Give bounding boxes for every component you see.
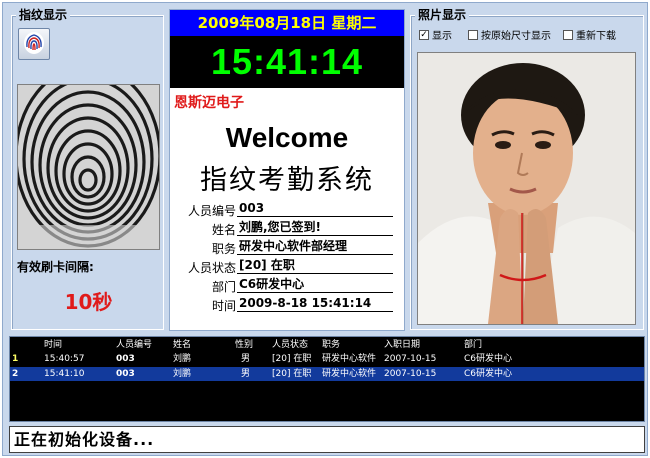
cell-join-date: 2007-10-15: [384, 369, 437, 379]
cell-department: C6研发中心: [464, 354, 513, 364]
fingerprint-image: [17, 84, 160, 250]
cell-gender: 男: [241, 369, 251, 379]
row-number: 2: [12, 369, 19, 379]
column-header[interactable]: 姓名: [173, 338, 191, 352]
checkbox-unchecked-icon[interactable]: [563, 29, 573, 40]
info-row-employee-id: 人员编号 003: [170, 200, 404, 218]
cell-employee-id: 003: [116, 369, 135, 379]
cell-status: [20] 在职: [272, 354, 312, 364]
info-row-department: 部门 C6研发中心: [170, 276, 404, 294]
department-value: C6研发中心: [237, 276, 393, 293]
table-row[interactable]: 1 15:40:57 003 刘鹏 男 [20] 在职 研发中心软件 2007-…: [10, 352, 644, 366]
fingerprint-button[interactable]: [18, 28, 50, 60]
original-size-label: 按原始尺寸显示: [481, 31, 551, 42]
checkbox-unchecked-icon[interactable]: [468, 29, 478, 40]
welcome-text: Welcome: [225, 122, 349, 153]
interval-value: 10秒: [64, 290, 113, 314]
attendance-info-panel: 2009年08月18日 星期二 15:41:14 恩斯迈电子 Welcome 指…: [169, 9, 405, 331]
cell-gender: 男: [241, 354, 251, 364]
column-header[interactable]: 入职日期: [384, 338, 420, 352]
column-header[interactable]: 时间: [44, 338, 62, 352]
table-header: 时间 人员编号 姓名 性别 人员状态 职务 入职日期 部门: [10, 338, 644, 352]
column-header[interactable]: 部门: [464, 338, 482, 352]
table-row-selected[interactable]: 2 15:41:10 003 刘鹏 男 [20] 在职 研发中心软件 2007-…: [10, 367, 644, 381]
cell-position: 研发中心软件: [322, 369, 377, 379]
row-number: 1: [12, 354, 19, 364]
fingerprint-icon: [21, 29, 47, 59]
status-value: [20] 在职: [237, 257, 393, 274]
cell-join-date: 2007-10-15: [384, 354, 437, 364]
show-photo-checkbox[interactable]: ✓ 显示: [419, 27, 452, 42]
column-header[interactable]: 职务: [322, 338, 340, 352]
date-display: 2009年08月18日 星期二: [170, 10, 404, 36]
cell-name: 刘鹏: [173, 369, 192, 379]
info-label: 姓名: [211, 223, 236, 237]
original-size-checkbox[interactable]: 按原始尺寸显示: [468, 27, 551, 42]
photo-panel-title: 照片显示: [415, 8, 470, 22]
cell-department: C6研发中心: [464, 369, 513, 379]
fingerprint-panel: 指纹显示 有效刷卡间隔: 10秒: [11, 8, 164, 330]
cell-name: 刘鹏: [173, 354, 192, 364]
cell-time: 15:41:10: [44, 369, 85, 379]
info-label: 职务: [211, 242, 236, 256]
checkin-time-value: 2009-8-18 15:41:14: [237, 295, 393, 312]
cell-position: 研发中心软件: [322, 354, 377, 364]
info-row-time: 时间 2009-8-18 15:41:14: [170, 295, 404, 313]
interval-label: 有效刷卡间隔:: [17, 260, 94, 274]
info-label: 时间: [211, 299, 236, 313]
attendance-window: 指纹显示 有效刷卡间隔: 10秒 2009年08月18日 星期二 15:41:1…: [2, 2, 648, 456]
info-label: 人员编号: [187, 204, 236, 218]
clock-display: 15:41:14: [170, 36, 404, 88]
info-row-status: 人员状态 [20] 在职: [170, 257, 404, 275]
name-value: 刘鹏,您已签到!: [237, 219, 393, 236]
column-header[interactable]: 人员编号: [116, 338, 152, 352]
info-label: 人员状态: [187, 261, 236, 275]
redownload-checkbox[interactable]: 重新下载: [563, 27, 616, 42]
column-header[interactable]: 性别: [235, 338, 253, 352]
info-row-position: 职务 研发中心软件部经理: [170, 238, 404, 256]
company-name: 恩斯迈电子: [174, 95, 244, 111]
show-photo-label: 显示: [432, 31, 452, 42]
fingerprint-panel-title: 指纹显示: [16, 8, 71, 22]
cell-employee-id: 003: [116, 354, 135, 364]
info-label: 部门: [211, 280, 236, 294]
cell-time: 15:40:57: [44, 354, 85, 364]
checkbox-checked-icon[interactable]: ✓: [419, 29, 429, 40]
photo-panel: 照片显示 ✓ 显示 按原始尺寸显示 重新下载: [410, 8, 644, 330]
system-title: 指纹考勤系统: [200, 165, 374, 196]
status-bar: 正在初始化设备...: [9, 426, 645, 453]
attendance-records-table[interactable]: 时间 人员编号 姓名 性别 人员状态 职务 入职日期 部门 1 15:40:57…: [9, 336, 645, 422]
position-value: 研发中心软件部经理: [237, 238, 393, 255]
redownload-label: 重新下载: [576, 31, 616, 42]
cell-status: [20] 在职: [272, 369, 312, 379]
info-row-name: 姓名 刘鹏,您已签到!: [170, 219, 404, 237]
column-header[interactable]: 人员状态: [272, 338, 308, 352]
employee-id-value: 003: [237, 200, 393, 217]
employee-photo: [417, 52, 636, 325]
